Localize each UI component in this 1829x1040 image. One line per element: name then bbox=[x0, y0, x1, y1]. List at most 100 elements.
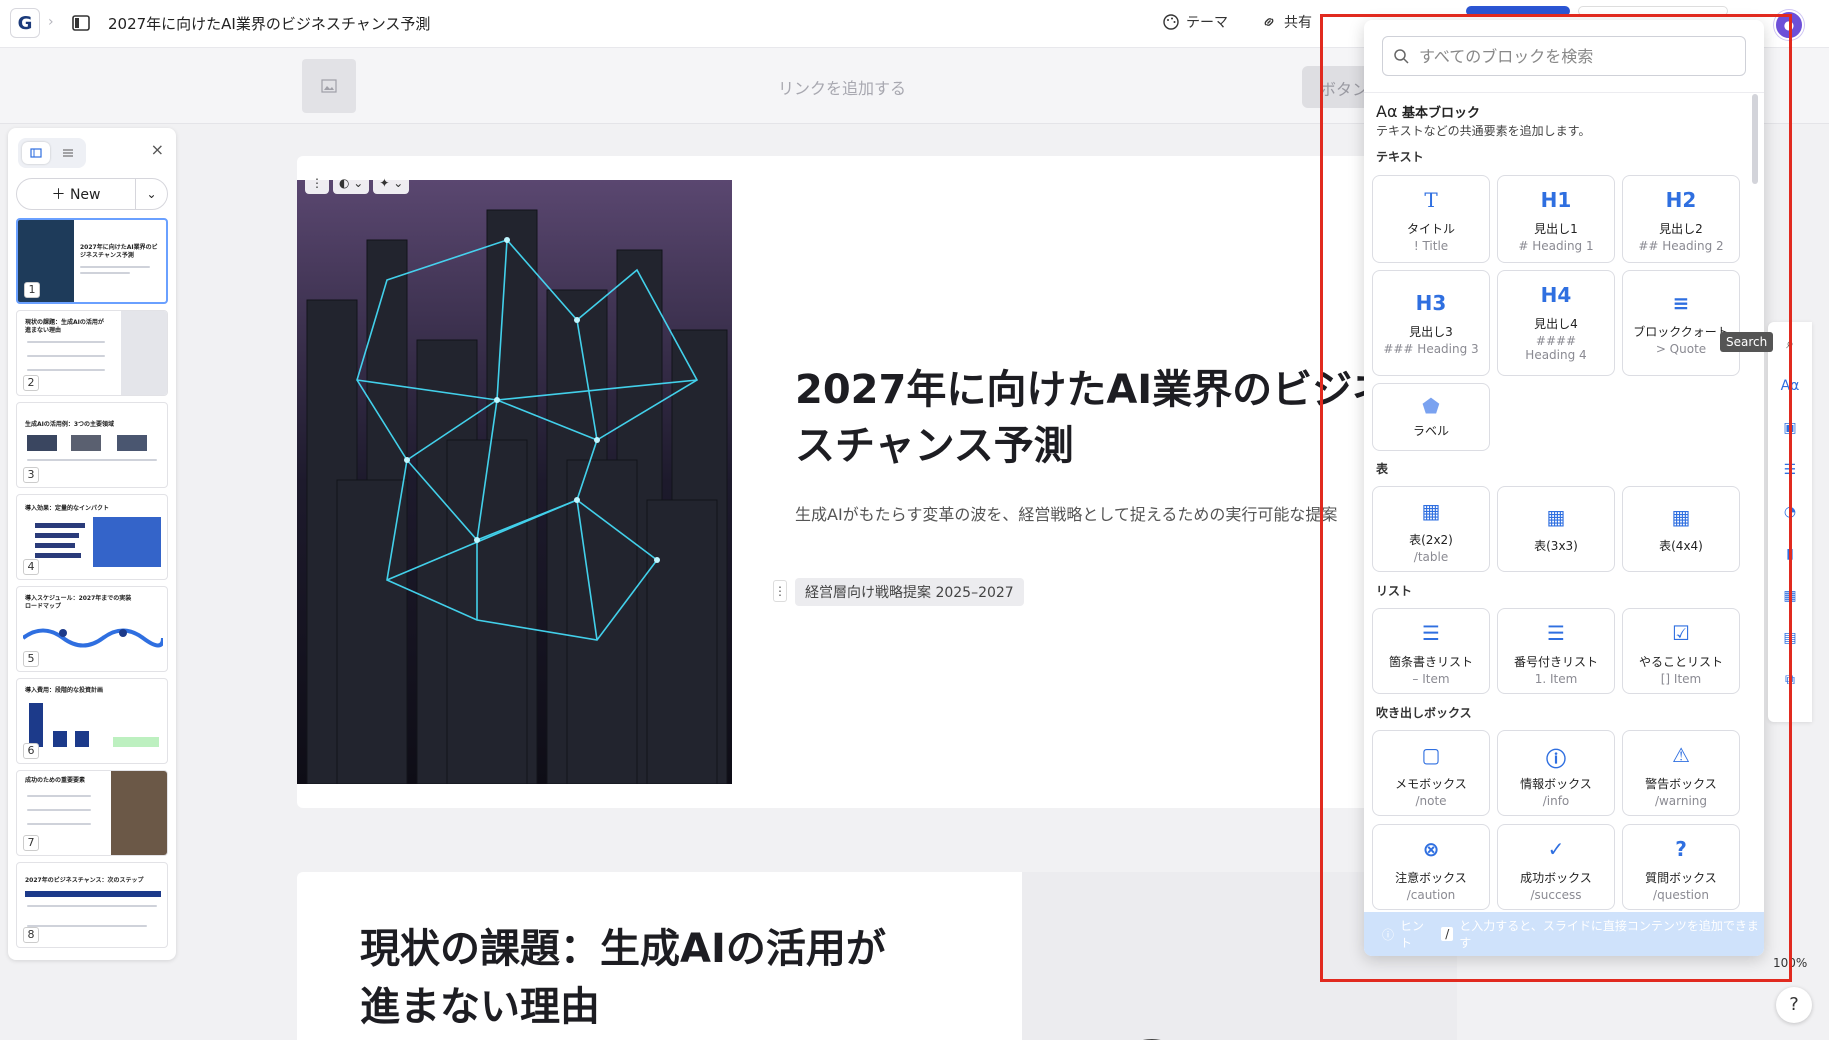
section-text-heading: テキスト bbox=[1376, 150, 1424, 164]
slide-1[interactable]: ⋮ ◐ ⌄ ✦ ⌄ 2027年に向けたAI業界のビジネスチャンス予測 生成AIが… bbox=[297, 156, 1457, 808]
slide-thumbnail-6[interactable]: 導入費用：段階的な投資計画 6 bbox=[16, 678, 168, 764]
block-card-heading-4[interactable]: H4 見出し4 #### Heading 4 bbox=[1497, 270, 1615, 376]
slides-icon bbox=[30, 148, 42, 158]
slide-2-title-line-1: 現状の課題：生成AIの活用が bbox=[360, 926, 886, 972]
ai-dropdown-button[interactable]: ✦ ⌄ bbox=[373, 172, 410, 194]
slide-thumbnail-4[interactable]: 導入効果：定量的なインパクト 4 bbox=[16, 494, 168, 580]
thumbnail-number: 4 bbox=[23, 559, 39, 575]
block-card-heading-3[interactable]: H3 見出し3 ### Heading 3 bbox=[1372, 270, 1490, 376]
style-dropdown-button[interactable]: ◐ ⌄ bbox=[333, 172, 370, 194]
info-circle-icon: ⓘ bbox=[1382, 927, 1395, 942]
block-card-label[interactable]: ⬟ ラベル bbox=[1372, 383, 1490, 451]
search-icon[interactable]: ⌕ bbox=[1780, 336, 1800, 356]
block-card-info[interactable]: ⓘ 情報ボックス /info bbox=[1497, 730, 1615, 816]
block-name: 表(3x3) bbox=[1534, 539, 1578, 553]
slide-title[interactable]: 2027年に向けたAI業界のビジネスチャンス予測 bbox=[795, 362, 1395, 474]
calendar-block-icon[interactable]: ▤ bbox=[1780, 630, 1800, 650]
logo-image-placeholder[interactable] bbox=[302, 59, 356, 113]
block-card-success[interactable]: ✓ 成功ボックス /success bbox=[1497, 824, 1615, 910]
hint-prefix: ヒント bbox=[1400, 919, 1425, 950]
document-title[interactable]: 2027年に向けたAI業界のビジネスチャンス予測 bbox=[108, 13, 430, 34]
block-name: 情報ボックス bbox=[1520, 777, 1592, 791]
block-card-note[interactable]: ▢ メモボックス /note bbox=[1372, 730, 1490, 816]
secondary-action-button[interactable] bbox=[1578, 6, 1728, 16]
user-avatar[interactable]: ● bbox=[1774, 10, 1804, 40]
block-picker-panel: Aα 基本ブロック テキストなどの共通要素を追加します。 テキスト T タイトル… bbox=[1364, 20, 1764, 956]
help-button[interactable]: ? bbox=[1776, 987, 1812, 1023]
drag-handle-icon[interactable]: ⋮ bbox=[305, 172, 329, 194]
text-block-icon[interactable]: Aα bbox=[1780, 378, 1800, 398]
text-style-icon: Aα bbox=[1376, 102, 1398, 121]
block-shortcut: ! Title bbox=[1413, 239, 1449, 253]
image-block-icon[interactable]: ▣ bbox=[1780, 420, 1800, 440]
share-button[interactable]: 共有 bbox=[1260, 12, 1312, 32]
layout-block-icon[interactable]: ☷ bbox=[1780, 462, 1800, 482]
chevron-down-icon[interactable]: ⌄ bbox=[135, 179, 167, 209]
section-list-heading: リスト bbox=[1376, 584, 1413, 598]
primary-action-button[interactable] bbox=[1466, 6, 1570, 16]
slide-subtitle[interactable]: 生成AIがもたらす変革の波を、経営戦略として捉えるための実行可能な提案 bbox=[795, 500, 1395, 530]
block-name: 警告ボックス bbox=[1645, 777, 1717, 791]
chart-block-icon[interactable]: ▮ bbox=[1780, 546, 1800, 566]
app-logo[interactable]: G bbox=[10, 8, 40, 38]
slide-thumbnail-3[interactable]: 生成AIの活用例：3つの主要領域 3 bbox=[16, 402, 168, 488]
slide-2[interactable]: 現状の課題：生成AIの活用が 進まない理由 bbox=[297, 872, 1457, 1040]
theme-button[interactable]: テーマ bbox=[1162, 12, 1228, 32]
block-name: 見出し2 bbox=[1659, 222, 1703, 236]
block-card-warning[interactable]: ⚠ 警告ボックス /warning bbox=[1622, 730, 1740, 816]
slide-thumbnail-2[interactable]: 現状の課題：生成AIの活用が進まない理由 2 bbox=[16, 310, 168, 396]
picker-scrollbar[interactable] bbox=[1752, 94, 1758, 184]
block-shortcut: /caution bbox=[1406, 888, 1456, 902]
slide-thumbnail-8[interactable]: 2027年のビジネスチャンス：次のステップ 8 bbox=[16, 862, 168, 948]
embed-block-icon[interactable]: ⧉ bbox=[1780, 672, 1800, 692]
thumbnail-image bbox=[121, 311, 167, 395]
block-card-question[interactable]: ? 質問ボックス /question bbox=[1622, 824, 1740, 910]
block-card-title[interactable]: T タイトル ! Title bbox=[1372, 175, 1490, 263]
block-menu-icon[interactable]: ⋮ bbox=[773, 580, 787, 602]
slide-thumbnail-7[interactable]: 成功のための重要要素 7 bbox=[16, 770, 168, 856]
block-card-caution[interactable]: ⊗ 注意ボックス /caution bbox=[1372, 824, 1490, 910]
block-card-numbered-list[interactable]: ☰ 番号付きリスト 1. Item bbox=[1497, 608, 1615, 694]
basic-blocks-heading: Aα 基本ブロック bbox=[1376, 102, 1480, 121]
block-card-heading-1[interactable]: H1 見出し1 # Heading 1 bbox=[1497, 175, 1615, 263]
block-card-todo-list[interactable]: ☑ やることリスト [] Item bbox=[1622, 608, 1740, 694]
zoom-level[interactable]: 100% bbox=[1773, 956, 1807, 970]
new-slide-button[interactable]: ＋ New ⌄ bbox=[16, 178, 168, 210]
caution-icon: ⊗ bbox=[1422, 837, 1440, 861]
thumbnail-title: 成功のための重要要素 bbox=[25, 777, 86, 784]
grid-view-button[interactable] bbox=[22, 142, 50, 164]
block-search bbox=[1382, 36, 1746, 76]
block-card-bullet-list[interactable]: ☰ 箇条書きリスト – Item bbox=[1372, 608, 1490, 694]
table-icon: ▦ bbox=[1671, 505, 1691, 529]
roadmap-wave bbox=[23, 628, 163, 648]
block-search-input[interactable] bbox=[1419, 46, 1719, 66]
add-link-text[interactable]: リンクを追加する bbox=[778, 75, 906, 99]
bullet-list-icon: ☰ bbox=[1422, 621, 1440, 645]
view-toggle bbox=[18, 138, 86, 168]
sidebar-toggle-icon[interactable] bbox=[70, 13, 92, 33]
table-block-icon[interactable]: ▦ bbox=[1780, 588, 1800, 608]
block-card-table-4x4[interactable]: ▦ 表(4x4) bbox=[1622, 486, 1740, 572]
search-tooltip: Search bbox=[1720, 332, 1774, 352]
block-shortcut: – Item bbox=[1412, 672, 1450, 686]
block-name: メモボックス bbox=[1395, 777, 1467, 791]
hint-bar: ⓘ ヒント / と入力すると、スライドに直接コンテンツを追加できます bbox=[1364, 912, 1764, 956]
heading-2-icon: H2 bbox=[1665, 188, 1697, 212]
slide-2-title[interactable]: 現状の課題：生成AIの活用が 進まない理由 bbox=[360, 920, 886, 1036]
slide-thumbnail-5[interactable]: 導入スケジュール：2027年までの実装ロードマップ 5 bbox=[16, 586, 168, 672]
block-card-table-2x2[interactable]: ▦ 表(2x2) /table bbox=[1372, 486, 1490, 572]
diagram-block-icon[interactable]: ◔ bbox=[1780, 504, 1800, 524]
list-view-button[interactable] bbox=[54, 142, 82, 164]
block-card-table-3x3[interactable]: ▦ 表(3x3) bbox=[1497, 486, 1615, 572]
slide-tag-label[interactable]: 経営層向け戦略提案 2025–2027 bbox=[795, 578, 1024, 606]
block-card-quote[interactable]: ≡ ブロッククォート > Quote bbox=[1622, 270, 1740, 376]
thumbnail-title: 導入スケジュール：2027年までの実装ロードマップ bbox=[25, 595, 132, 610]
city-network-image[interactable] bbox=[297, 180, 732, 784]
block-card-heading-2[interactable]: H2 見出し2 ## Heading 2 bbox=[1622, 175, 1740, 263]
thumbnail-title: 現状の課題：生成AIの活用が進まない理由 bbox=[25, 319, 104, 334]
checklist-icon: ☑ bbox=[1672, 621, 1690, 645]
note-icon: ▢ bbox=[1421, 743, 1441, 767]
divider bbox=[1364, 92, 1764, 93]
slide-thumbnail-1[interactable]: 2027年に向けたAI業界のビジネスチャンス予測 1 bbox=[16, 218, 168, 304]
close-icon[interactable]: × bbox=[151, 140, 164, 159]
